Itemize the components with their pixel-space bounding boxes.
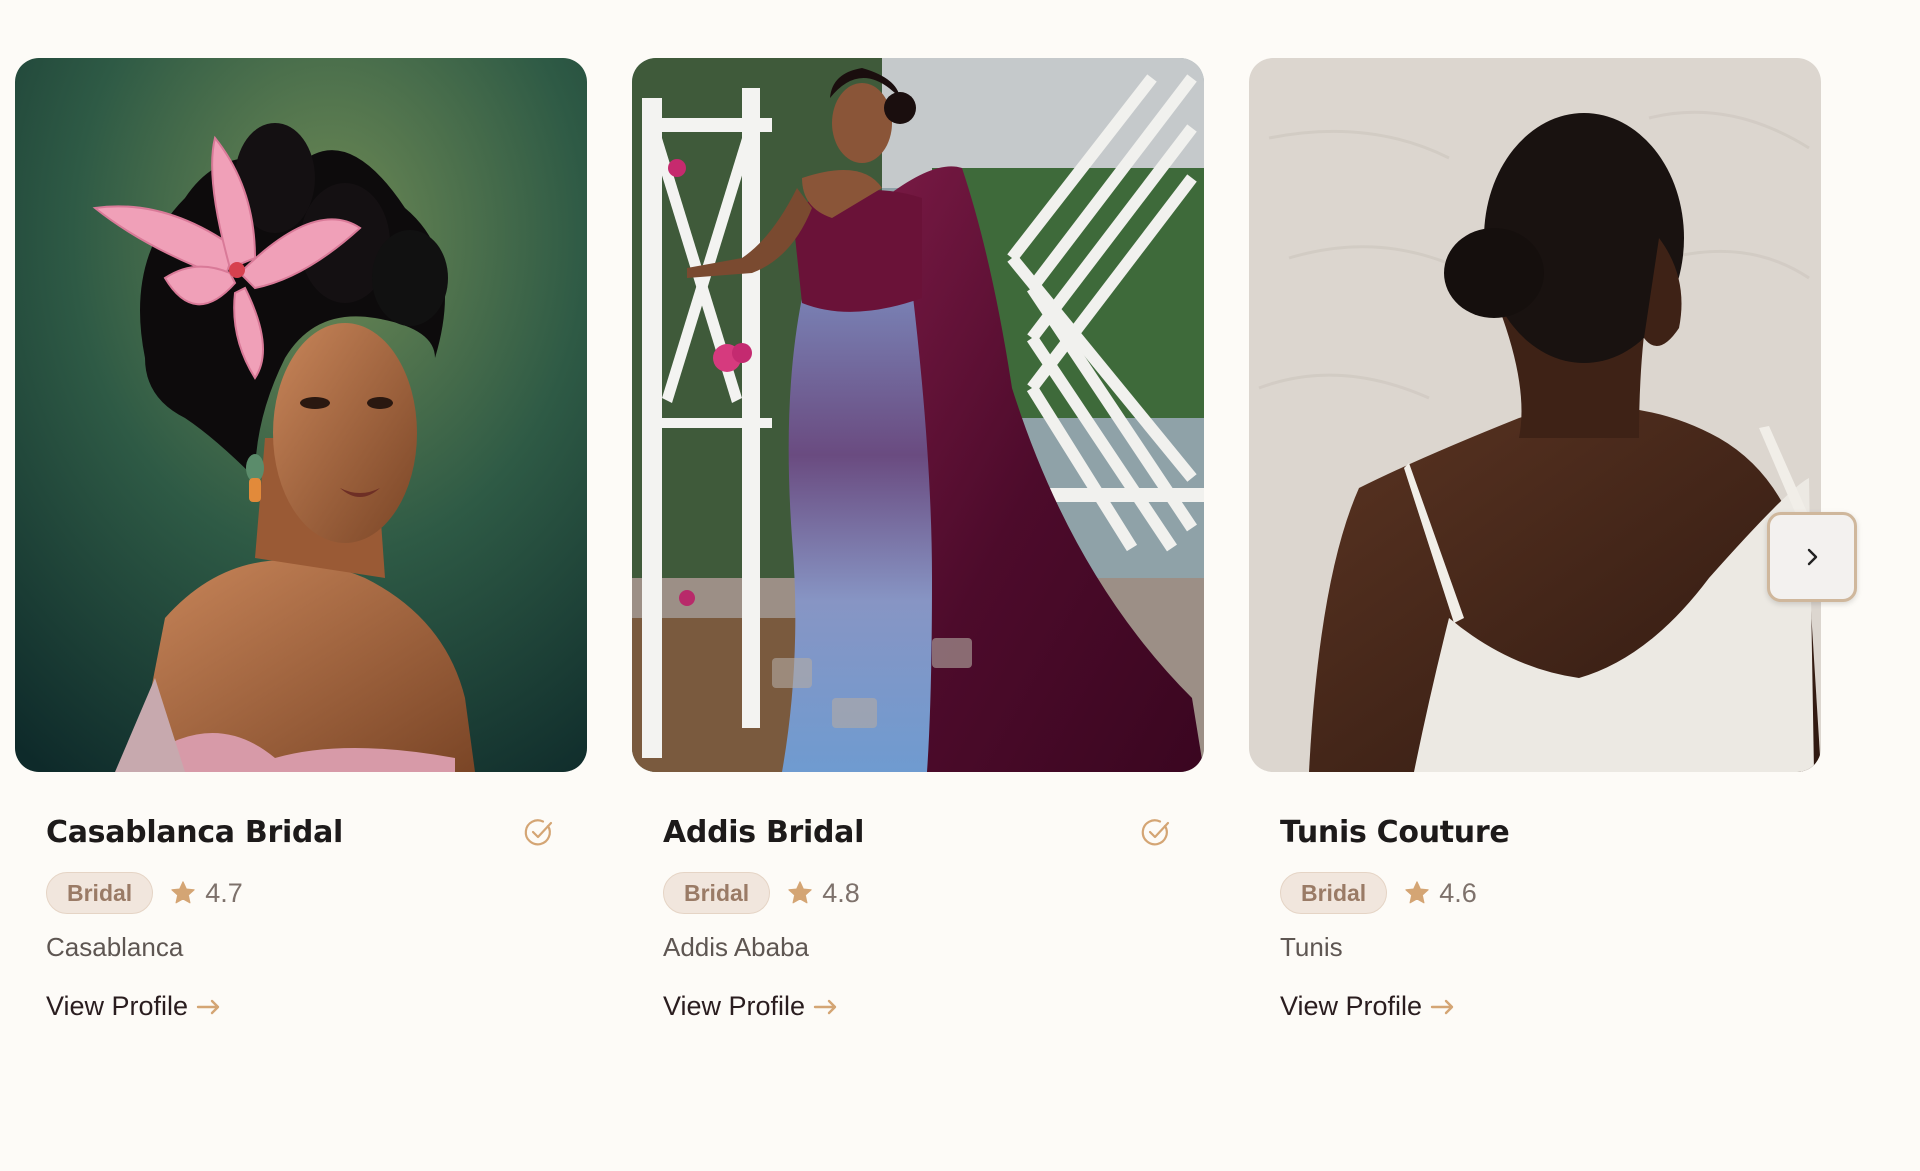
vendor-card[interactable]: Addis Bridal Bridal 4.8 Addis Ababa View… [632, 58, 1204, 1022]
rating: 4.7 [169, 878, 243, 909]
check-circle-icon [524, 819, 553, 846]
rating-value: 4.6 [1439, 877, 1477, 908]
category-badge: Bridal [663, 872, 771, 914]
view-profile-label: View Profile [663, 991, 806, 1021]
vendor-card[interactable]: Casablanca Bridal Bridal 4.7 Casablanca … [15, 58, 587, 1022]
view-profile-link[interactable]: View Profile [46, 991, 222, 1022]
star-icon [788, 881, 812, 904]
vendor-name[interactable]: Addis Bridal [663, 815, 864, 850]
vendor-carousel: Casablanca Bridal Bridal 4.7 Casablanca … [0, 0, 1920, 1171]
arrow-right-icon [196, 999, 220, 1014]
rating-value: 4.8 [822, 877, 860, 908]
vendor-card[interactable]: Tunis Couture Bridal 4.6 Tunis View Prof… [1249, 58, 1821, 1022]
vendor-image[interactable] [1249, 58, 1821, 772]
arrow-right-icon [1430, 999, 1454, 1014]
vendor-location: Addis Ababa [663, 932, 810, 962]
check-circle-icon [1141, 819, 1170, 846]
vendor-image[interactable] [15, 58, 587, 772]
vendor-image[interactable] [632, 58, 1204, 772]
view-profile-link[interactable]: View Profile [1280, 991, 1456, 1022]
chevron-right-icon [1807, 548, 1818, 566]
vendor-location: Tunis [1280, 932, 1343, 962]
carousel-next-button[interactable] [1767, 512, 1857, 602]
rating-value: 4.7 [205, 877, 243, 908]
vendor-name[interactable]: Tunis Couture [1280, 815, 1510, 850]
star-icon [1405, 881, 1429, 904]
rating: 4.6 [1403, 878, 1477, 909]
category-badge: Bridal [1280, 872, 1388, 914]
view-profile-label: View Profile [1280, 991, 1423, 1021]
arrow-right-icon [813, 999, 837, 1014]
view-profile-label: View Profile [46, 991, 189, 1021]
vendor-location: Casablanca [46, 932, 184, 962]
category-badge: Bridal [46, 872, 154, 914]
vendor-name[interactable]: Casablanca Bridal [46, 815, 343, 850]
star-icon [171, 881, 195, 904]
view-profile-link[interactable]: View Profile [663, 991, 839, 1022]
rating: 4.8 [786, 878, 860, 909]
